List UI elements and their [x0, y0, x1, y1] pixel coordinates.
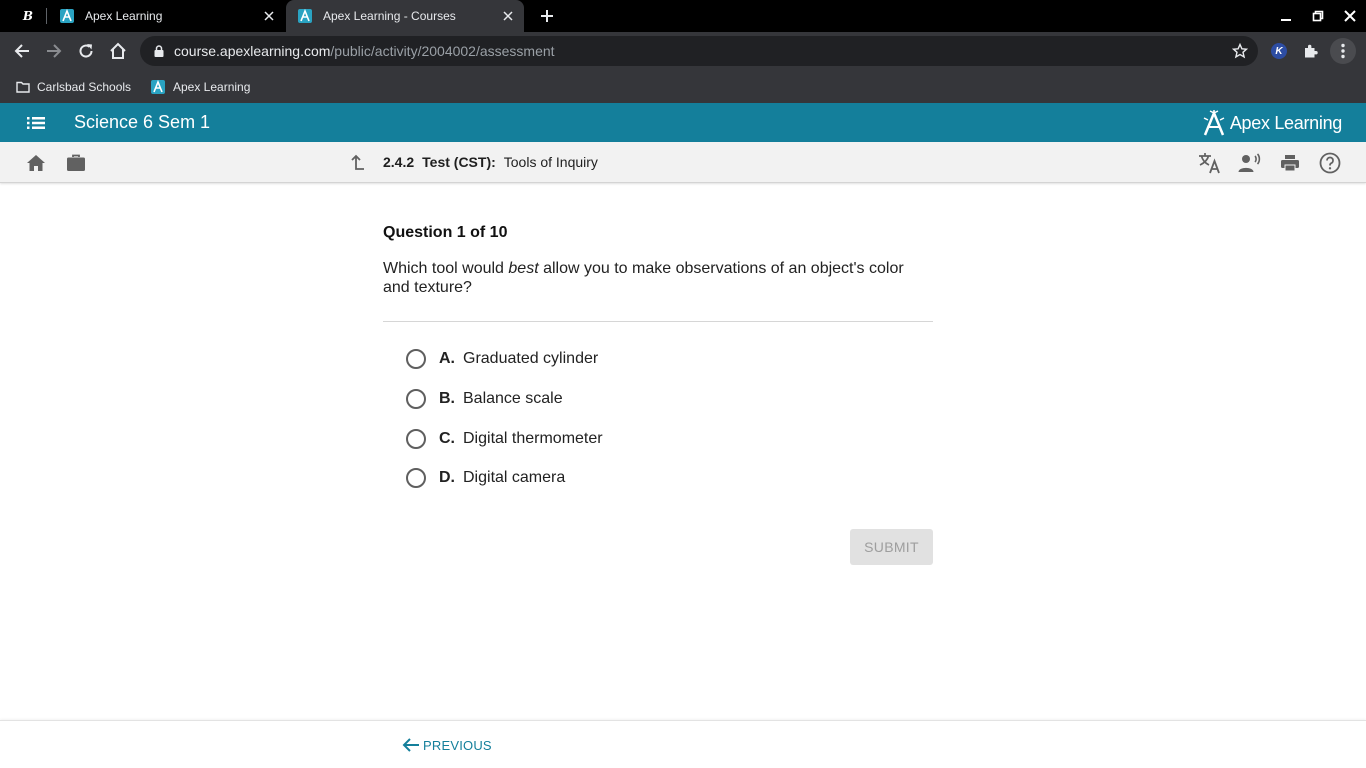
print-icon[interactable] [1278, 151, 1302, 175]
left-arrow-icon [402, 738, 419, 752]
briefcase-icon[interactable] [64, 151, 88, 175]
pinned-tab[interactable]: B [10, 0, 46, 32]
previous-button[interactable]: PREVIOUS [402, 735, 492, 755]
help-icon[interactable] [1318, 151, 1342, 175]
tab-separator [46, 8, 47, 24]
forward-arrow-icon[interactable] [40, 37, 68, 65]
up-arrow-icon[interactable] [346, 151, 370, 175]
text-to-speech-icon[interactable] [1238, 151, 1262, 175]
browser-tab-strip: B Apex Learning Apex Learning - Courses [0, 0, 1366, 32]
question-divider [383, 321, 933, 322]
radio-button[interactable] [406, 468, 426, 488]
question-counter: Question 1 of 10 [383, 224, 508, 241]
radio-button[interactable] [406, 349, 426, 369]
browser-menu-icon[interactable] [1330, 38, 1356, 64]
home-icon[interactable] [104, 37, 132, 65]
extension-k-icon[interactable]: K [1266, 38, 1292, 64]
option-text: Balance scale [463, 390, 563, 407]
extension-badge: K [1271, 43, 1287, 59]
url-text: course.apexlearning.com/public/activity/… [174, 43, 555, 59]
activity-title: 2.4.2 Test (CST): Tools of Inquiry [383, 154, 598, 170]
browser-toolbar: course.apexlearning.com/public/activity/… [0, 32, 1366, 70]
activity-name: Tools of Inquiry [503, 154, 598, 170]
apex-logo-icon [1203, 110, 1225, 136]
extensions-puzzle-icon[interactable] [1298, 38, 1324, 64]
option-text: Digital camera [463, 469, 566, 486]
new-tab-plus-icon[interactable] [536, 6, 558, 26]
minimize-icon[interactable] [1273, 4, 1299, 28]
previous-label: PREVIOUS [423, 737, 492, 753]
question-emphasis: best [508, 260, 539, 277]
radio-button[interactable] [406, 389, 426, 409]
option-letter: C. [439, 430, 455, 447]
close-window-icon[interactable] [1337, 4, 1363, 28]
activity-number: 2.4.2 [383, 154, 415, 170]
home-icon[interactable] [24, 151, 48, 175]
lock-icon[interactable] [152, 44, 166, 58]
question-text-start: Which tool would [383, 260, 509, 277]
submit-button[interactable]: SUBMIT [850, 529, 933, 565]
course-menu-icon[interactable] [24, 112, 48, 134]
address-bar[interactable]: course.apexlearning.com/public/activity/… [140, 36, 1258, 66]
close-icon[interactable] [498, 6, 518, 26]
restore-icon[interactable] [1305, 4, 1331, 28]
option-text: Graduated cylinder [463, 350, 599, 367]
bookmark-label: Carlsbad Schools [37, 80, 132, 94]
bookmark-label: Apex Learning [173, 80, 251, 94]
bookmark-apex-learning[interactable]: Apex Learning [150, 76, 250, 98]
app-header: Science 6 Sem 1 Apex Learning [0, 103, 1366, 142]
activity-type: Test (CST): [422, 154, 496, 170]
answer-option-a[interactable]: A. Graduated cylinder [406, 347, 598, 371]
activity-toolbar: 2.4.2 Test (CST): Tools of Inquiry [0, 142, 1366, 183]
footer-nav: PREVIOUS [0, 720, 1366, 768]
close-icon[interactable] [259, 6, 279, 26]
radio-button[interactable] [406, 429, 426, 449]
bookmark-carlsbad-schools[interactable]: Carlsbad Schools [16, 76, 131, 98]
apex-learning-logo: Apex Learning [1202, 109, 1342, 137]
translate-icon[interactable] [1198, 151, 1222, 175]
apex-favicon-icon [151, 79, 165, 94]
answer-option-d[interactable]: D. Digital camera [406, 466, 565, 490]
tab-apex-learning[interactable]: Apex Learning [48, 0, 285, 32]
tab-title: Apex Learning [85, 9, 163, 23]
url-path: /public/activity/2004002/assessment [330, 43, 555, 59]
answer-option-b[interactable]: B. Balance scale [406, 387, 563, 411]
pinned-tab-logo: B [22, 9, 34, 23]
apex-favicon-icon [60, 8, 74, 23]
bookmark-star-icon[interactable] [1230, 41, 1250, 61]
option-letter: D. [439, 469, 455, 486]
back-arrow-icon[interactable] [8, 37, 36, 65]
bookmarks-bar: Carlsbad Schools Apex Learning [0, 70, 1366, 103]
question-text: Which tool would best allow you to make … [383, 259, 933, 297]
answer-option-c[interactable]: C. Digital thermometer [406, 427, 603, 451]
tab-title: Apex Learning - Courses [323, 9, 456, 23]
option-letter: B. [439, 390, 455, 407]
course-title: Science 6 Sem 1 [74, 112, 211, 132]
reload-icon[interactable] [72, 37, 100, 65]
option-text: Digital thermometer [463, 430, 603, 447]
logo-text: Apex Learning [1229, 112, 1342, 133]
url-host: course.apexlearning.com [174, 43, 331, 59]
option-letter: A. [439, 350, 455, 367]
apex-favicon-icon [298, 8, 312, 23]
tab-apex-learning-courses[interactable]: Apex Learning - Courses [286, 0, 524, 32]
folder-icon [16, 81, 30, 93]
